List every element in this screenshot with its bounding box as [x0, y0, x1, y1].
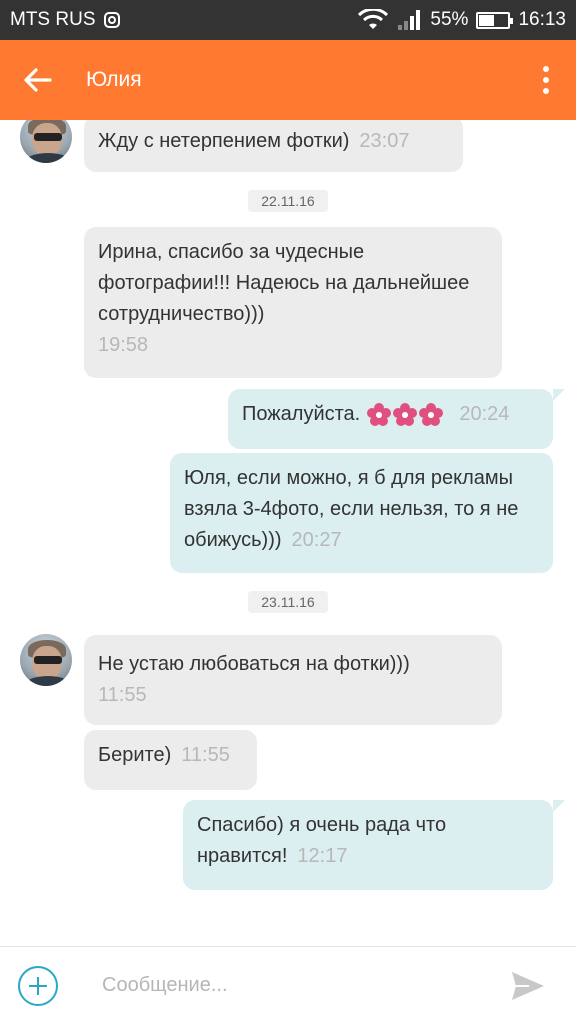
- more-menu-button[interactable]: [516, 40, 576, 120]
- message-input[interactable]: [102, 974, 498, 997]
- message-time: 11:55: [98, 684, 147, 706]
- message-time: 20:27: [291, 529, 342, 551]
- message-text: Не устаю любоваться на фотки))): [98, 653, 410, 675]
- message-time: 19:58: [98, 334, 149, 356]
- signal-icon: [398, 10, 421, 30]
- back-button[interactable]: [0, 40, 76, 120]
- flower-emoji: [392, 402, 417, 426]
- message-text: Ирина, спасибо за чудесные фотографии!!!…: [98, 241, 470, 325]
- send-button[interactable]: [498, 956, 558, 1016]
- message-time: 11:55: [181, 744, 230, 766]
- message-composer: [0, 946, 576, 1024]
- incoming-message[interactable]: Не устаю любоваться на фотки))) 11:55: [84, 635, 502, 725]
- message-list[interactable]: Жду с нетерпением фотки) 23:07 22.11.16 И…: [0, 120, 576, 946]
- instagram-icon: [103, 12, 120, 28]
- message-time: 20:24: [459, 403, 510, 425]
- wifi-icon: [358, 9, 389, 29]
- arrow-left-icon: [24, 68, 52, 92]
- message-text: Берите): [98, 744, 172, 766]
- message-time: 12:17: [297, 845, 348, 867]
- outgoing-message[interactable]: Юля, если можно, я б для рекламы взяла 3…: [170, 453, 553, 573]
- plus-circle-icon[interactable]: [18, 965, 58, 1006]
- message-text: Пожалуйста.: [242, 403, 366, 425]
- carrier-label: MTS RUS: [10, 9, 96, 30]
- outgoing-message[interactable]: Пожалуйста. 20:24: [228, 389, 553, 449]
- battery-icon: [476, 11, 514, 29]
- incoming-message[interactable]: Берите) 11:55: [84, 730, 257, 790]
- send-icon: [512, 971, 544, 1000]
- bubble-tail: [553, 800, 565, 812]
- date-separator: 23.11.16: [248, 591, 328, 613]
- outgoing-message[interactable]: Спасибо) я очень рада что нравится! 12:17: [183, 800, 553, 890]
- chat-title[interactable]: Юлия: [86, 68, 516, 92]
- flower-emoji: [366, 402, 391, 426]
- more-vertical-icon: [543, 66, 549, 72]
- incoming-message[interactable]: Ирина, спасибо за чудесные фотографии!!!…: [84, 227, 502, 378]
- message-text: Юля, если можно, я б для рекламы взяла 3…: [184, 467, 519, 551]
- flower-emoji: [418, 402, 443, 426]
- message-time: 23:07: [359, 130, 410, 152]
- incoming-message[interactable]: Жду с нетерпением фотки) 23:07: [84, 120, 463, 172]
- clock: 16:13: [518, 9, 566, 30]
- battery-percent: 55%: [430, 9, 469, 30]
- status-bar: MTS RUS 55% 16:13: [0, 0, 576, 40]
- app-bar: Юлия: [0, 40, 576, 120]
- contact-avatar[interactable]: [20, 634, 72, 686]
- message-text: Жду с нетерпением фотки): [98, 130, 350, 152]
- bubble-tail: [553, 389, 565, 401]
- date-separator: 22.11.16: [248, 190, 328, 212]
- contact-avatar[interactable]: [20, 120, 72, 163]
